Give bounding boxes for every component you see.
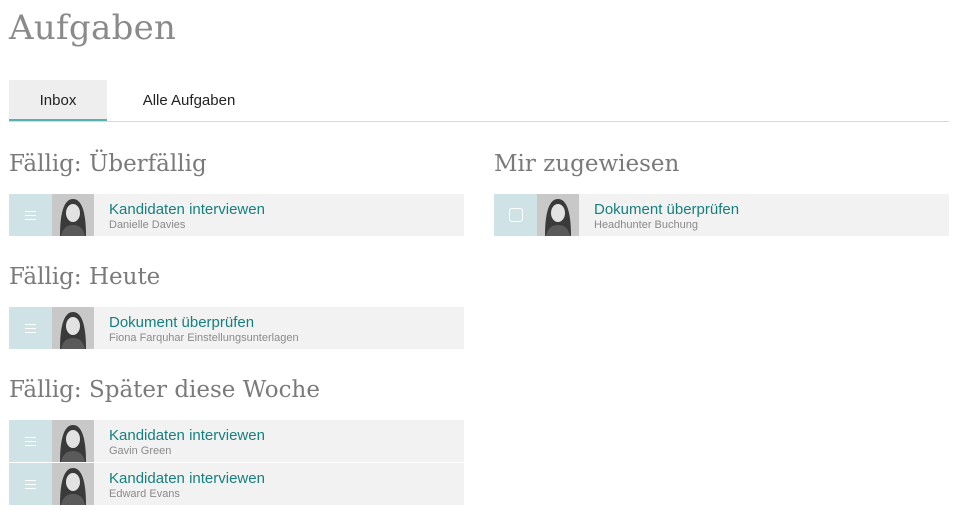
avatar: [537, 194, 579, 236]
drag-handle-icon[interactable]: [9, 307, 52, 349]
task-subtitle: Gavin Green: [109, 445, 172, 457]
task-title[interactable]: Kandidaten interviewen: [109, 201, 265, 218]
task-subtitle: Headhunter Buchung: [594, 219, 698, 231]
task-row[interactable]: Dokument überprüfen Fiona Farquhar Einst…: [9, 307, 464, 349]
task-subtitle: Edward Evans: [109, 488, 180, 500]
task-subtitle: Danielle Davies: [109, 219, 186, 231]
task-row[interactable]: Kandidaten interviewen Edward Evans: [9, 463, 464, 505]
checkbox-icon[interactable]: [494, 194, 537, 236]
task-title[interactable]: Dokument überprüfen: [594, 201, 739, 218]
tab-all-tasks[interactable]: Alle Aufgaben: [119, 80, 259, 121]
page-title: Aufgaben: [9, 8, 177, 48]
drag-handle-icon[interactable]: [9, 420, 52, 462]
task-subtitle: Fiona Farquhar Einstellungsunterlagen: [109, 332, 299, 344]
task-title[interactable]: Dokument überprüfen: [109, 314, 254, 331]
avatar: [52, 307, 94, 349]
task-title[interactable]: Kandidaten interviewen: [109, 427, 265, 444]
drag-handle-icon[interactable]: [9, 463, 52, 505]
tab-bar: Inbox Alle Aufgaben: [9, 80, 949, 122]
section-title-later-this-week: Fällig: Später diese Woche: [9, 377, 320, 403]
avatar: [52, 420, 94, 462]
section-title-overdue: Fällig: Überfällig: [9, 151, 207, 177]
task-row[interactable]: Kandidaten interviewen Danielle Davies: [9, 194, 464, 236]
task-title[interactable]: Kandidaten interviewen: [109, 470, 265, 487]
task-row[interactable]: Kandidaten interviewen Gavin Green: [9, 420, 464, 462]
avatar: [52, 463, 94, 505]
tab-inbox[interactable]: Inbox: [9, 80, 107, 121]
task-row[interactable]: Dokument überprüfen Headhunter Buchung: [494, 194, 949, 236]
avatar: [52, 194, 94, 236]
section-title-today: Fällig: Heute: [9, 264, 161, 290]
drag-handle-icon[interactable]: [9, 194, 52, 236]
section-title-assigned: Mir zugewiesen: [494, 151, 680, 177]
